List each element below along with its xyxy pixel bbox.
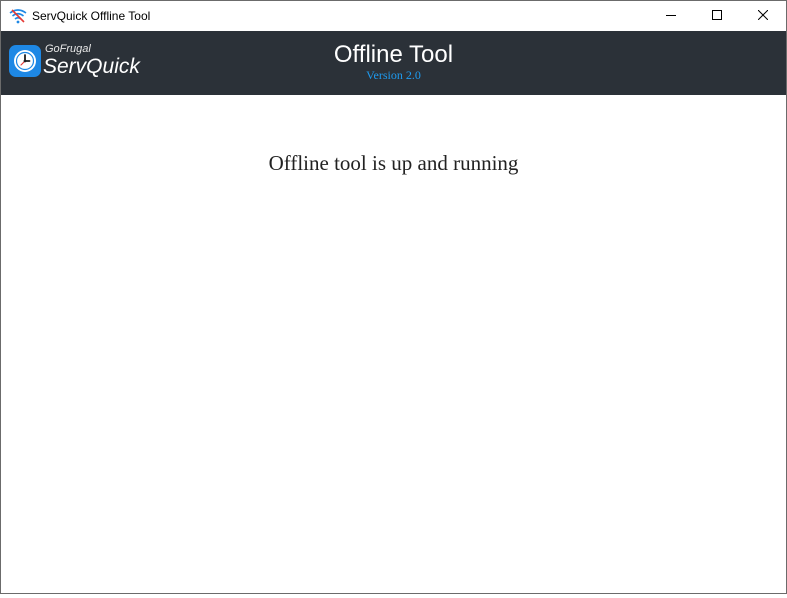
maximize-icon [712,7,722,25]
version-label: Version 2.0 [366,68,421,82]
maximize-button[interactable] [694,1,740,31]
header-title-block: Offline Tool Version 2.0 [1,41,786,81]
minimize-icon [666,7,676,25]
page-title: Offline Tool [333,41,454,68]
window-controls [648,1,786,31]
close-button[interactable] [740,1,786,31]
title-bar[interactable]: ServQuick Offline Tool [1,1,786,31]
main-content: Offline tool is up and running [1,95,786,592]
minimize-button[interactable] [648,1,694,31]
app-header: GoFrugal ServQuick Offline Tool Version … [1,31,786,95]
app-window: ServQuick Offline Tool GoFrugal ServQuic… [0,0,787,594]
wifi-app-icon [9,7,27,25]
window-title: ServQuick Offline Tool [32,9,151,23]
close-icon [757,7,769,25]
status-message: Offline tool is up and running [268,151,519,175]
